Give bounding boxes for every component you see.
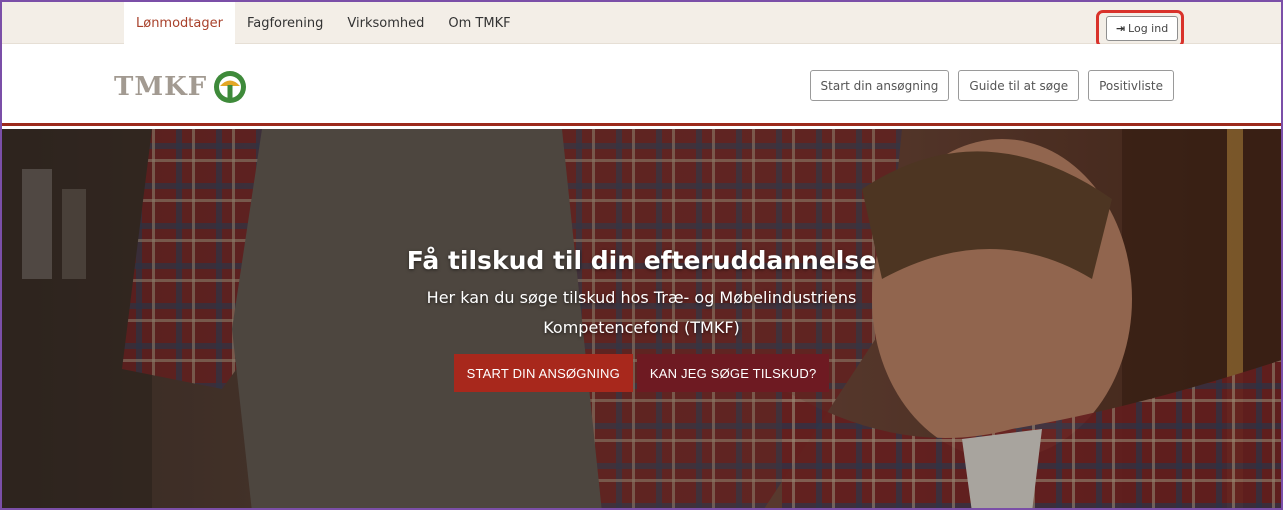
tab-om-tmkf[interactable]: Om TMKF [436,2,522,44]
positive-list-button[interactable]: Positivliste [1088,70,1174,101]
audience-nav: Lønmodtager Fagforening Virksomhed Om TM… [124,2,523,45]
tree-logo-icon [214,71,247,103]
hero-content: Få tilskud til din efteruddannelse Her k… [2,129,1281,508]
login-button[interactable]: ⇥ Log ind [1106,16,1178,41]
header-actions: Start din ansøgning Guide til at søge Po… [809,70,1174,101]
start-application-button[interactable]: Start din ansøgning [809,70,950,101]
tab-fagforening[interactable]: Fagforening [235,2,335,44]
tab-virksomhed[interactable]: Virksomhed [335,2,436,44]
logo[interactable]: TMKF [114,70,247,104]
browser-frame: Lønmodtager Fagforening Virksomhed Om TM… [0,0,1283,510]
hero-actions: START DIN ANSØGNING KAN JEG SØGE TILSKUD… [453,354,830,392]
site-header: TMKF Start din ansøgning Guide til at sø… [2,44,1281,126]
sign-in-icon: ⇥ [1115,22,1126,35]
guide-button[interactable]: Guide til at søge [958,70,1080,101]
hero-eligibility-button[interactable]: KAN JEG SØGE TILSKUD? [636,354,830,392]
hero-subtitle: Her kan du søge tilskud hos Træ- og Møbe… [426,288,857,337]
hero-start-application-button[interactable]: START DIN ANSØGNING [453,354,633,392]
top-bar: Lønmodtager Fagforening Virksomhed Om TM… [2,2,1281,48]
logo-text: TMKF [114,72,208,102]
tab-lonmodtager[interactable]: Lønmodtager [124,2,235,45]
login-label: Log ind [1128,22,1169,35]
hero-title: Få tilskud til din efteruddannelse [406,246,877,275]
hero-section: Få tilskud til din efteruddannelse Her k… [2,129,1281,508]
